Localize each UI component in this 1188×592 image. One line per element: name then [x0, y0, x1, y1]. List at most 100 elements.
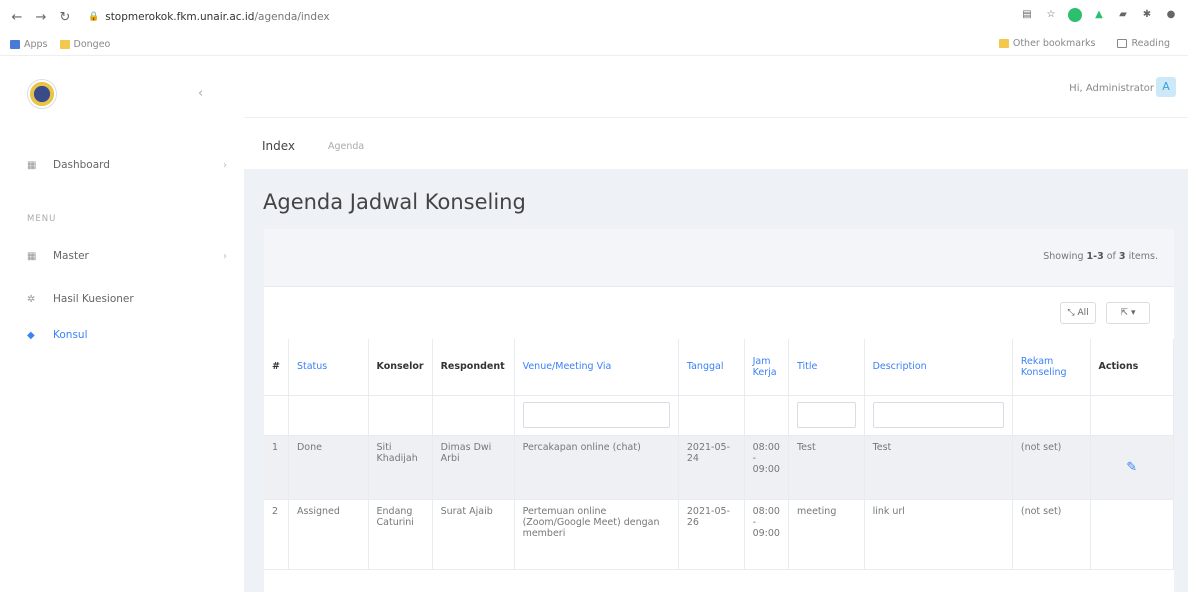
bookmark-folder[interactable]: Dongeo — [59, 39, 111, 50]
col-tanggal[interactable]: Tanggal — [678, 339, 745, 396]
jam-start: 08:00 — [752, 505, 780, 517]
cell-rekam: (not set) — [1012, 499, 1091, 570]
col-title[interactable]: Title — [788, 339, 865, 396]
folder-icon — [59, 40, 70, 49]
cell-tanggal: 2021-05-24 — [678, 435, 745, 500]
jam-end: 09:00 — [752, 463, 780, 475]
dashboard-icon: ▦ — [27, 159, 37, 171]
sidebar-item-dashboard[interactable]: ▦ Dashboard › — [27, 159, 227, 171]
agenda-table: # Status Konselor Respondent Venue/Meeti… — [264, 339, 1175, 570]
url-host: stopmerokok.fkm.unair.ac.id — [105, 11, 255, 23]
puzzle-icon[interactable]: ✱ — [1140, 8, 1154, 22]
filter-cell — [788, 395, 865, 436]
extension-green-icon[interactable] — [1068, 8, 1082, 22]
other-bookmarks[interactable]: Other bookmarks — [998, 38, 1096, 49]
extensions-area: ▤ ☆ ▲ ▰ ✱ ● — [1020, 8, 1178, 22]
cell-respondent: Dimas Dwi Arbi — [432, 435, 515, 500]
bookmark-label: Other bookmarks — [1012, 38, 1096, 49]
venue-filter-input[interactable] — [522, 401, 670, 428]
browser-toolbar: ← → ↻ 🔒 stopmerokok.fkm.unair.ac.id /age… — [0, 0, 1188, 34]
logo[interactable] — [27, 79, 57, 109]
gear-icon: ✲ — [27, 293, 36, 305]
col-rekam[interactable]: Rekam Konseling — [1012, 339, 1091, 396]
bookmark-label: Apps — [24, 39, 48, 50]
chevron-right-icon: › — [223, 159, 227, 171]
cell-rekam: (not set) — [1012, 435, 1091, 500]
cell-venue: Percakapan online (chat) — [514, 435, 679, 500]
back-icon[interactable]: ← — [8, 10, 26, 25]
reading-list[interactable]: Reading — [1117, 38, 1170, 49]
col-venue[interactable]: Venue/Meeting Via — [514, 339, 679, 396]
export-icon: ⇱ — [1120, 308, 1129, 318]
title-filter-input[interactable] — [796, 401, 856, 428]
diamond-icon: ◆ — [27, 329, 35, 341]
sidebar-item-label: Master — [53, 250, 89, 262]
summary-bar: Showing 1-3 of 3 items. — [264, 229, 1174, 287]
url-path: /agenda/index — [254, 11, 330, 23]
col-description[interactable]: Description — [864, 339, 1013, 396]
summary-prefix: Showing — [1043, 251, 1087, 262]
cell-description: Test — [864, 435, 1013, 500]
table-row: 2 Assigned Endang Caturini Surat Ajaib P… — [264, 499, 1175, 570]
col-jam-kerja[interactable]: Jam Kerja — [744, 339, 789, 396]
cell-jam-kerja: 08:00 - 09:00 — [744, 435, 789, 500]
bookmarks-bar: Apps Dongeo Other bookmarks Reading — [0, 34, 1188, 56]
breadcrumb-parent[interactable]: Agenda — [328, 141, 364, 152]
cell-description: link url — [864, 499, 1013, 570]
profile-icon[interactable]: ● — [1164, 8, 1178, 22]
filter-cell — [368, 395, 433, 436]
jam-start: 08:00 — [752, 441, 780, 453]
summary-range: 1-3 — [1086, 251, 1104, 262]
description-filter-input[interactable] — [872, 401, 1004, 428]
col-status[interactable]: Status — [288, 339, 369, 396]
extension-flag-icon[interactable]: ▰ — [1116, 8, 1130, 22]
address-bar[interactable]: 🔒 stopmerokok.fkm.unair.ac.id /agenda/in… — [88, 11, 330, 23]
cell-venue: Pertemuan online (Zoom/Google Meet) deng… — [514, 499, 679, 570]
col-respondent: Respondent — [432, 339, 515, 396]
bookmark-label: Dongeo — [73, 39, 111, 50]
lock-icon: 🔒 — [88, 12, 100, 22]
show-all-button[interactable]: ⤡ All — [1060, 302, 1096, 324]
sidebar: ‹ ▦ Dashboard › MENU ▦ Master › ✲ Hasil … — [0, 56, 244, 592]
jam-sep: - — [752, 516, 757, 528]
sidebar-item-konsul[interactable]: ◆ Konsul — [27, 329, 227, 341]
sidebar-item-hasil-kuesioner[interactable]: ✲ Hasil Kuesioner — [27, 293, 227, 305]
main-content: Agenda Jadwal Konseling Showing 1-3 of 3… — [244, 169, 1188, 592]
bookmark-apps[interactable]: Apps — [10, 39, 48, 50]
bookmark-label: Reading — [1131, 38, 1170, 49]
translate-icon[interactable]: ▤ — [1020, 8, 1034, 22]
cell-tanggal: 2021-05-26 — [678, 499, 745, 570]
table-header-row: # Status Konselor Respondent Venue/Meeti… — [264, 339, 1175, 396]
jam-sep: - — [752, 452, 757, 464]
export-button[interactable]: ⇱ ▾ — [1106, 302, 1150, 324]
star-icon[interactable]: ☆ — [1044, 8, 1058, 22]
breadcrumb-current: Index — [262, 139, 296, 153]
reload-icon[interactable]: ↻ — [56, 10, 74, 25]
extension-drive-icon[interactable]: ▲ — [1092, 8, 1106, 22]
avatar[interactable]: A — [1156, 77, 1176, 97]
cell-jam-kerja: 08:00 - 09:00 — [744, 499, 789, 570]
collapse-sidebar-icon[interactable]: ‹ — [198, 86, 203, 101]
filter-cell — [744, 395, 789, 436]
cell-konselor: Endang Caturini — [368, 499, 433, 570]
cell-status: Done — [288, 435, 369, 500]
cell-title: Test — [788, 435, 865, 500]
filter-cell — [1012, 395, 1091, 436]
user-greeting[interactable]: Hi, Administrator — [1069, 83, 1154, 94]
apps-grid-icon — [10, 40, 20, 49]
grid-panel: Showing 1-3 of 3 items. ⤡ All ⇱ ▾ # Stat… — [264, 229, 1175, 592]
col-konselor: Konselor — [368, 339, 433, 396]
cell-num: 2 — [264, 499, 289, 570]
cell-actions — [1090, 499, 1175, 570]
menu-section-header: MENU — [27, 214, 57, 224]
grid-icon: ▦ — [27, 250, 37, 262]
sidebar-item-master[interactable]: ▦ Master › — [27, 250, 227, 262]
show-all-label: All — [1077, 308, 1089, 318]
pencil-icon[interactable]: ✎ — [1126, 460, 1137, 475]
breadcrumb: Index Agenda — [244, 119, 1188, 169]
sidebar-item-label: Hasil Kuesioner — [53, 293, 134, 305]
filter-cell — [514, 395, 679, 436]
sidebar-item-label: Dashboard — [53, 159, 110, 171]
cell-status: Assigned — [288, 499, 369, 570]
forward-icon[interactable]: → — [32, 10, 50, 25]
